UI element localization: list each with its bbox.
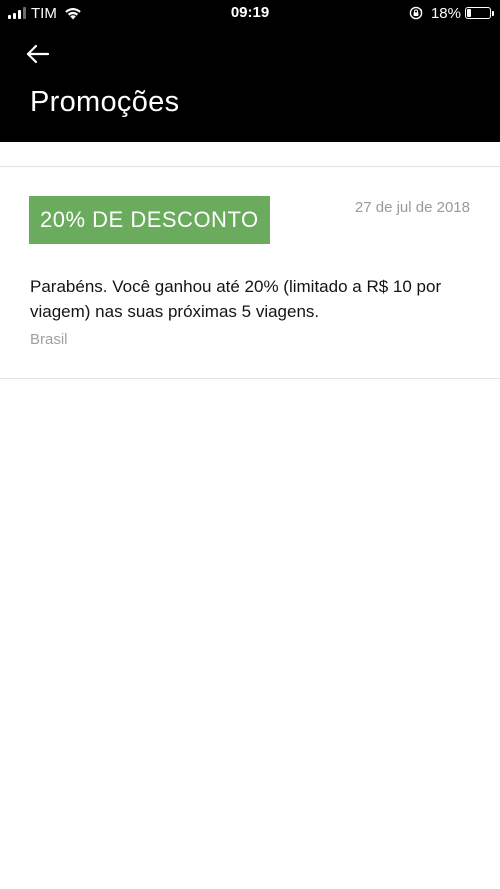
battery-icon (465, 7, 491, 19)
rotation-lock-icon (409, 6, 423, 20)
battery-level (467, 9, 471, 17)
promotion-card[interactable]: 20% DE DESCONTO 27 de jul de 2018 Parabé… (0, 168, 500, 378)
arrow-left-icon (26, 44, 50, 64)
status-right: 18% (409, 4, 494, 22)
header: TIM 09:19 18% Promoções (0, 0, 500, 142)
page-title: Promoções (30, 86, 180, 118)
divider-bottom (0, 378, 500, 379)
battery-percent: 18% (430, 4, 461, 22)
promotion-description: Parabéns. Você ganhou até 20% (limitado … (30, 277, 442, 321)
back-button[interactable] (24, 40, 54, 68)
promotions-screen: TIM 09:19 18% Promoções 20% DE DESCONTO … (0, 0, 500, 889)
divider-top (0, 166, 500, 167)
status-bar: TIM 09:19 18% (0, 0, 500, 26)
promotion-date: 27 de jul de 2018 (354, 199, 470, 216)
promotion-region: Brasil (30, 331, 68, 348)
battery-cap (492, 10, 494, 16)
discount-badge: 20% DE DESCONTO (29, 196, 270, 244)
